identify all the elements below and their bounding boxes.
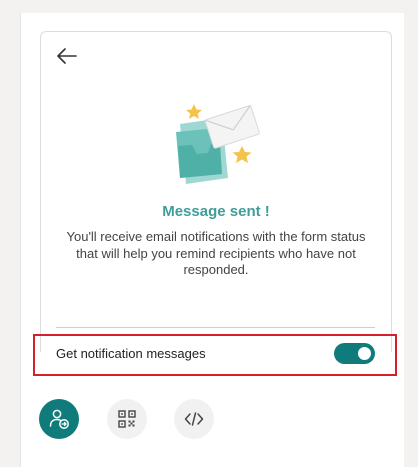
back-button[interactable]: [55, 44, 79, 68]
confirmation-card: [40, 31, 392, 352]
qr-code-button[interactable]: [107, 399, 147, 439]
divider: [56, 327, 375, 328]
embed-code-button[interactable]: [174, 399, 214, 439]
toggle-knob: [358, 347, 371, 360]
confirmation-title: Message sent !: [162, 203, 270, 220]
tab-pointer: [53, 376, 69, 384]
person-share-icon: [49, 409, 69, 429]
arrow-left-icon: [57, 48, 77, 64]
notification-toggle[interactable]: [334, 343, 375, 364]
notification-label: Get notification messages: [56, 346, 206, 361]
qr-code-icon: [118, 410, 136, 428]
code-embed-icon: [184, 412, 204, 426]
envelope-inbox-illustration: [176, 104, 260, 184]
share-link-button[interactable]: [39, 399, 79, 439]
confirmation-description: You'll receive email notifications with …: [66, 229, 366, 277]
